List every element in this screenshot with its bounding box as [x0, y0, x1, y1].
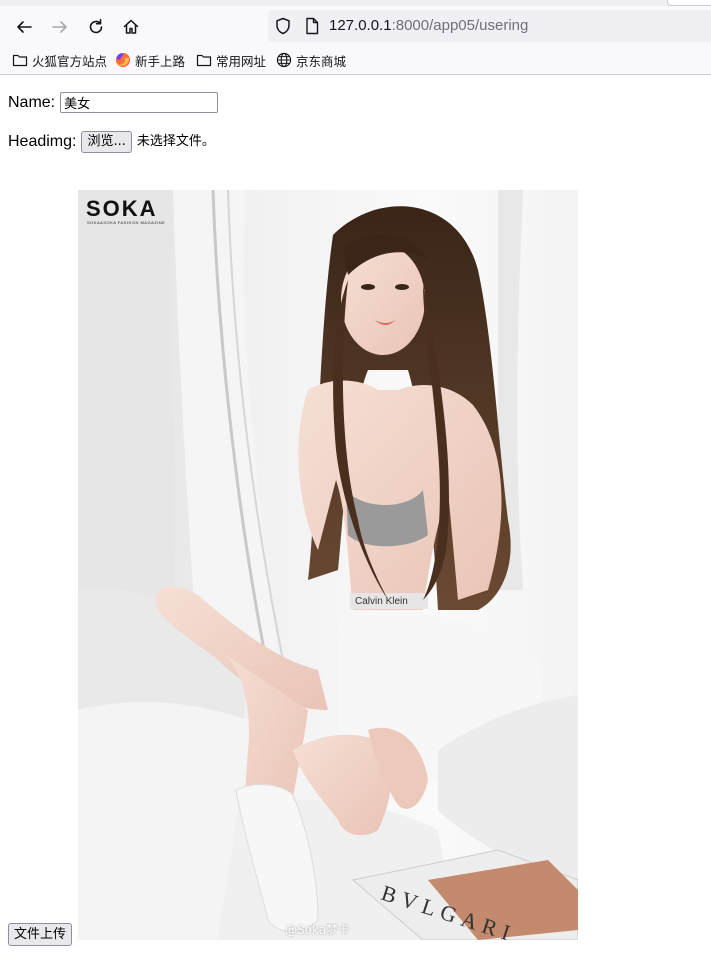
folder-icon [12, 54, 28, 67]
upload-submit-button[interactable]: 文件上传 [8, 923, 73, 946]
bookmark-firefox-official[interactable]: 火狐官方站点 [12, 50, 107, 70]
headimg-field-row: Headimg: 浏览... 未选择文件。 [8, 131, 215, 153]
reload-button[interactable] [81, 12, 111, 42]
magazine-subtitle: SOKA&SOKA FASHION MAGAZINE [87, 220, 166, 225]
browse-button[interactable]: 浏览... [81, 131, 132, 153]
reload-icon [89, 19, 103, 34]
globe-icon [276, 52, 292, 68]
bookmark-label: 新手上路 [135, 54, 186, 69]
headimg-label: Headimg: [8, 133, 77, 150]
tab-edge[interactable] [667, 0, 711, 6]
waistband-text: Calvin Klein [355, 596, 408, 607]
page-icon[interactable] [304, 17, 320, 35]
back-button[interactable] [9, 12, 39, 42]
name-label: Name: [8, 93, 56, 111]
url-path: :8000/app05/usering [391, 17, 529, 34]
bookmark-common-sites[interactable]: 常用网址 [196, 50, 266, 70]
photo-watermark: @Soka梦卡 [285, 923, 351, 937]
bookmark-jd-mall[interactable]: 京东商城 [276, 50, 346, 70]
bookmark-label: 京东商城 [296, 54, 347, 69]
name-field-row: Name: [8, 92, 219, 113]
arrow-left-icon [17, 21, 32, 33]
home-icon [123, 19, 139, 34]
url-text[interactable]: 127.0.0.1:8000/app05/usering [329, 17, 528, 35]
bookmarks-bar: 火狐官方站点 新手上路 常用网址 京东商城 [0, 48, 711, 72]
home-button[interactable] [116, 12, 146, 42]
firefox-icon [115, 53, 130, 67]
browser-toolbar: 127.0.0.1:8000/app05/usering 火狐官方站点 新手上路… [0, 0, 711, 75]
tab-strip [0, 0, 711, 6]
photo-illustration [78, 190, 578, 940]
file-status-text: 未选择文件。 [136, 134, 215, 149]
folder-icon [196, 54, 212, 67]
bookmark-getting-started[interactable]: 新手上路 [115, 50, 185, 70]
bookmark-label: 常用网址 [216, 54, 267, 69]
uploaded-photo: SOKA SOKA&SOKA FASHION MAGAZINE Calvin K… [78, 190, 578, 940]
forward-button[interactable] [45, 12, 75, 42]
bookmark-label: 火狐官方站点 [32, 54, 108, 69]
arrow-right-icon [52, 21, 67, 33]
url-host: 127.0.0.1 [329, 17, 392, 34]
name-input[interactable] [60, 92, 219, 113]
magazine-logo: SOKA [86, 196, 158, 221]
url-bar[interactable]: 127.0.0.1:8000/app05/usering [268, 10, 711, 42]
shield-icon[interactable] [274, 17, 292, 35]
